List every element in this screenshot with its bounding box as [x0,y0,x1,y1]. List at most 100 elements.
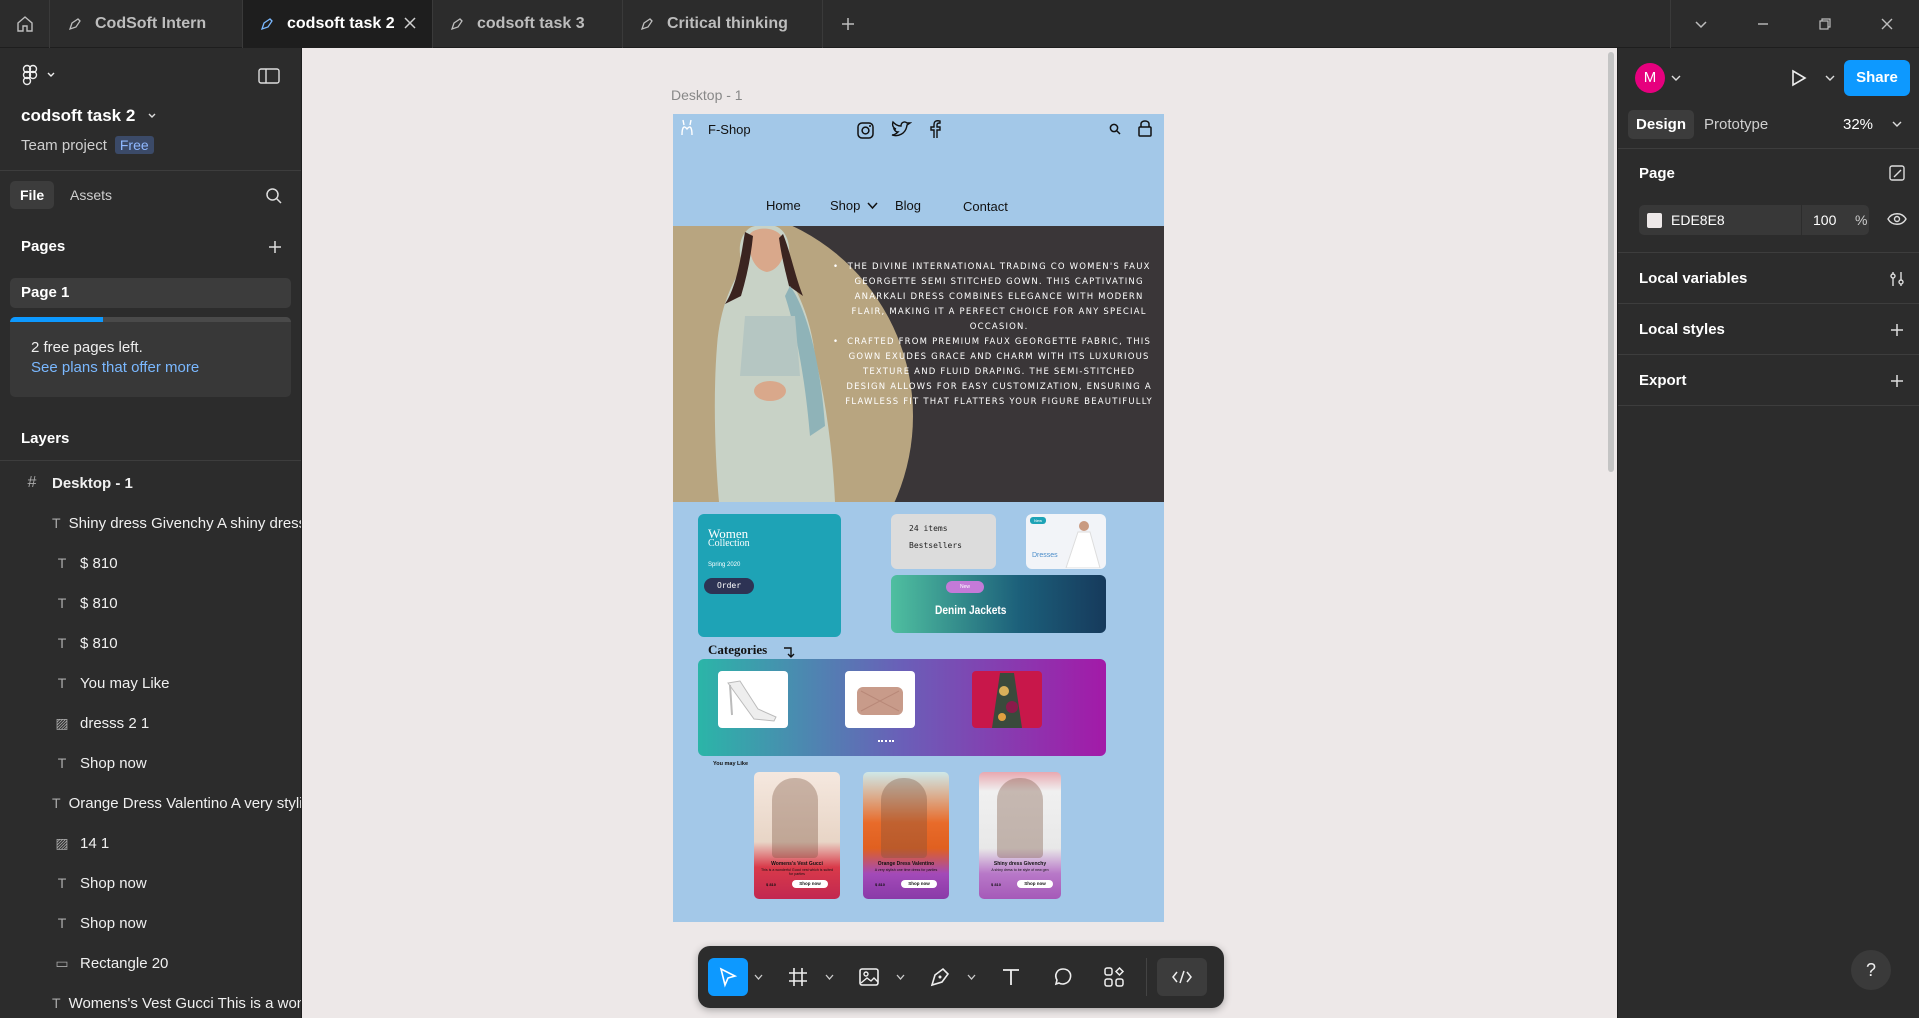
toggle-sidebar-button[interactable] [258,67,280,90]
page-opacity-value[interactable]: 100 [1813,212,1836,228]
minimize-button[interactable] [1732,0,1794,48]
layer-frame-desktop-1[interactable]: # Desktop - 1 [0,463,301,503]
export-row[interactable]: Export [1618,355,1919,406]
layer-item[interactable]: T $ 810 [0,623,301,663]
twitter-icon [891,120,912,137]
category-bag [845,671,915,728]
new-tab-button[interactable] [836,12,860,36]
tab-codsoft-task-3[interactable]: codsoft task 3 [433,0,623,48]
file-name-button[interactable]: codsoft task 2 [21,106,157,126]
order-button: Order [704,578,754,594]
pen-file-icon [68,18,81,31]
file-name: codsoft task 2 [21,106,136,125]
product-name: Shiny dress Givenchy [993,861,1047,867]
divider [1618,148,1919,149]
hero-bullet-text: Crafted from premium faux georgette fabr… [845,337,1153,407]
tab-file[interactable]: File [10,181,55,209]
bestsellers-card: 24 items Bestsellers [891,514,996,569]
collection-season: Spring 2020 [708,562,741,568]
close-tab-icon[interactable] [402,15,418,31]
dev-mode-toggle[interactable] [1157,958,1207,996]
canvas[interactable]: Desktop - 1 F-Shop Home Shop Blog Contac… [302,48,1617,1018]
canvas-scrollbar[interactable] [1608,52,1614,472]
plus-icon[interactable] [1889,373,1905,389]
instagram-icon [857,122,874,139]
play-icon[interactable] [1788,68,1808,88]
layer-item[interactable]: T You may Like [0,663,301,703]
product-image [772,778,818,858]
nav-shop: Shop [830,198,861,213]
product-price: $ 810 [991,882,1002,887]
left-sidebar: codsoft task 2 Team project Free File As… [0,48,302,1018]
user-avatar[interactable]: M [1635,63,1665,93]
chevron-down-icon[interactable] [1892,121,1902,128]
layer-item[interactable]: ▨ 14 1 [0,823,301,863]
comment-tool-button[interactable] [1043,958,1083,996]
team-project-label: Team project [21,136,107,154]
main-menu-button[interactable] [20,64,56,86]
tab-codsoft-task-2[interactable]: codsoft task 2 [243,0,433,48]
chevron-down-icon[interactable] [825,974,834,980]
frame-tool-button[interactable] [778,958,818,996]
help-button[interactable]: ? [1851,950,1891,990]
layer-item[interactable]: T $ 810 [0,583,301,623]
product-desc: A very stylish one time dress for partie… [874,868,938,872]
frame-label[interactable]: Desktop - 1 [671,87,743,103]
pen-tool-button[interactable] [920,958,960,996]
zoom-level[interactable]: 32% [1843,116,1873,133]
local-styles-row[interactable]: Local styles [1618,304,1919,355]
text-tool-button[interactable] [991,958,1031,996]
tab-assets[interactable]: Assets [60,181,122,209]
desktop-frame[interactable]: F-Shop Home Shop Blog Contact • THE DIVI… [673,114,1164,922]
page-color-value[interactable]: EDE8E8 [1671,212,1725,228]
layer-item[interactable]: T Shop now [0,863,301,903]
tab-prototype[interactable]: Prototype [1704,116,1768,133]
chevron-down-icon[interactable] [967,974,976,980]
layer-item[interactable]: T Womens's Vest Gucci This is a wonderful [0,983,301,1018]
move-tool-button[interactable] [708,958,748,996]
chevron-down-icon[interactable] [754,974,763,980]
hero-bullet: • The Divine International Trading Co Wom… [833,260,1153,335]
page-fill-field[interactable]: EDE8E8 100 % [1639,205,1869,235]
resources-tool-button[interactable] [1094,958,1134,996]
close-window-button[interactable] [1856,0,1918,48]
add-page-icon[interactable] [267,239,283,255]
layer-item[interactable]: ▨ dresss 2 1 [0,703,301,743]
share-button[interactable]: Share [1844,60,1910,96]
tab-design[interactable]: Design [1628,110,1695,139]
tab-label: codsoft task 3 [477,15,585,32]
tabs-dropdown-button[interactable] [1670,0,1732,48]
layer-item[interactable]: ▭ Rectangle 20 [0,943,301,983]
categories-panel [698,659,1106,756]
search-icon[interactable] [265,187,283,205]
local-variables-row[interactable]: Local variables [1618,253,1919,304]
layer-label: 14 1 [80,834,110,852]
chevron-down-icon[interactable] [1825,75,1835,82]
home-button[interactable] [0,0,50,48]
product-price: $ 810 [875,882,886,887]
text-icon: T [57,915,67,931]
restore-button[interactable] [1794,0,1856,48]
layer-label: dresss 2 1 [80,714,150,732]
variables-sliders-icon[interactable] [1888,270,1906,288]
eye-icon[interactable] [1887,211,1907,227]
layer-item[interactable]: T Orange Dress Valentino A very stylish [0,783,301,823]
layer-item[interactable]: T Shiny dress Givenchy A shiny dress [0,503,301,543]
tab-critical-thinking[interactable]: Critical thinking [623,0,823,48]
code-brackets-icon [1172,970,1192,984]
chevron-down-icon[interactable] [1671,75,1681,82]
chevron-down-icon[interactable] [896,974,905,980]
color-swatch[interactable] [1647,213,1662,228]
tab-codsoft-intern[interactable]: CodSoft Intern [51,0,243,48]
layer-item[interactable]: T Shop now [0,903,301,943]
see-plans-link[interactable]: See plans that offer more [31,359,199,376]
right-header: M Share [1618,48,1919,108]
image-tool-button[interactable] [849,958,889,996]
product-image [881,778,927,858]
page-item-page-1[interactable]: Page 1 [10,278,291,308]
page-style-icon[interactable] [1888,164,1906,182]
dresses-card: New Dresses [1026,514,1106,569]
layer-item[interactable]: T Shop now [0,743,301,783]
layer-item[interactable]: T $ 810 [0,543,301,583]
plus-icon[interactable] [1889,322,1905,338]
